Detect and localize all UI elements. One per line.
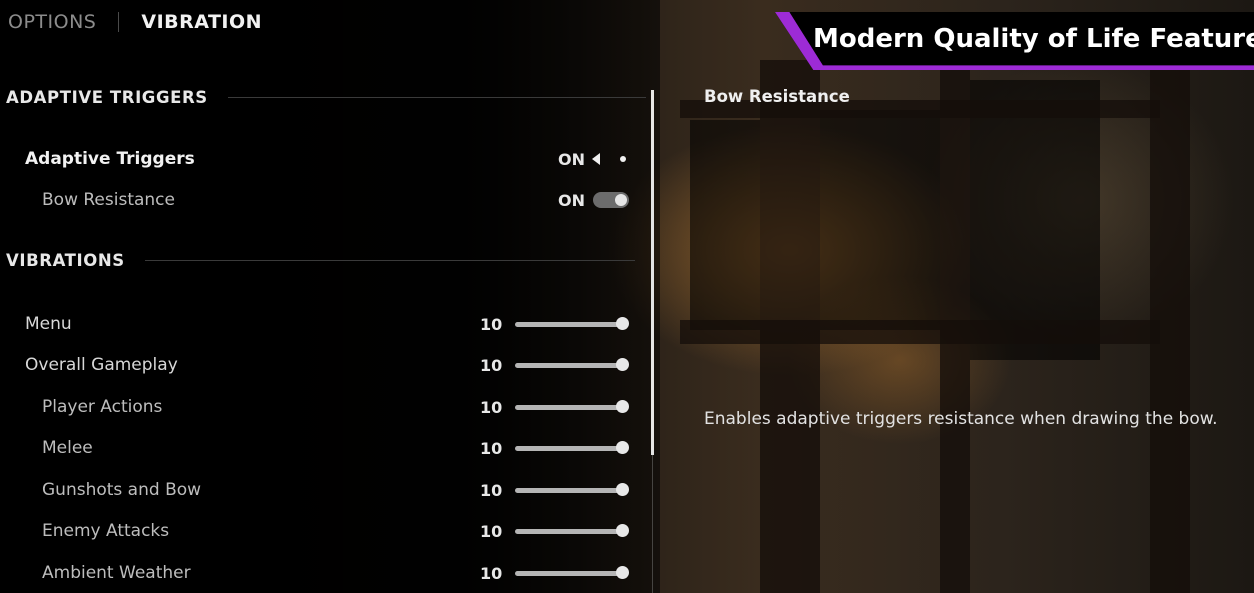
slider-track[interactable] [515, 363, 623, 368]
setting-value: 10 [480, 397, 503, 417]
setting-value: ON [558, 149, 585, 169]
tab-options[interactable]: OPTIONS [8, 11, 96, 33]
setting-label: Adaptive Triggers [25, 149, 195, 169]
setting-label: Enemy Attacks [42, 521, 170, 541]
setting-row-bow-resistance[interactable]: Bow Resistance ON [0, 185, 640, 215]
slider-track[interactable] [515, 571, 623, 576]
setting-row-vibration[interactable]: Ambient Weather 10 [0, 558, 640, 588]
slider-handle[interactable] [616, 358, 629, 371]
setting-label: Player Actions [42, 397, 163, 417]
setting-label: Bow Resistance [42, 190, 175, 210]
section-divider [227, 97, 646, 98]
setting-value: 10 [480, 314, 503, 334]
slider-track[interactable] [515, 446, 623, 451]
panel-divider-scrollbar[interactable] [651, 90, 654, 455]
window-pane [970, 80, 1100, 360]
section-vibrations: VIBRATIONS [6, 251, 635, 270]
setting-label: Melee [42, 438, 93, 458]
setting-value: 10 [480, 521, 503, 541]
slider-handle[interactable] [616, 400, 629, 413]
section-adaptive-triggers: ADAPTIVE TRIGGERS [6, 88, 646, 107]
setting-row-vibration[interactable]: Overall Gameplay 10 [0, 350, 640, 380]
setting-row-vibration[interactable]: Player Actions 10 [0, 392, 640, 422]
slider-handle[interactable] [616, 524, 629, 537]
setting-label: Overall Gameplay [25, 355, 178, 375]
setting-label: Gunshots and Bow [42, 480, 202, 500]
section-title: VIBRATIONS [6, 251, 125, 270]
tab-vibration[interactable]: VIBRATION [141, 11, 262, 33]
section-divider [144, 260, 635, 261]
video-banner: Modern Quality of Life Features [775, 12, 1254, 70]
arrow-left-icon[interactable] [592, 153, 600, 165]
panel-divider [652, 455, 653, 593]
section-title: ADAPTIVE TRIGGERS [6, 88, 208, 107]
slider-track[interactable] [515, 405, 623, 410]
setting-value: 10 [480, 563, 503, 583]
setting-row-vibration[interactable]: Melee 10 [0, 433, 640, 463]
toggle-knob [615, 194, 627, 206]
slider-track[interactable] [515, 488, 623, 493]
window-pane [820, 110, 940, 330]
slider-handle[interactable] [616, 441, 629, 454]
top-nav: OPTIONS VIBRATION [8, 6, 262, 38]
setting-row-adaptive-triggers[interactable]: Adaptive Triggers ON [0, 144, 640, 174]
setting-value: 10 [480, 438, 503, 458]
setting-value: ON [558, 190, 585, 210]
slider-track[interactable] [515, 322, 623, 327]
slider-handle[interactable] [616, 483, 629, 496]
slider-track[interactable] [515, 529, 623, 534]
option-dot-icon [620, 156, 626, 162]
setting-value: 10 [480, 355, 503, 375]
setting-row-vibration[interactable]: Enemy Attacks 10 [0, 516, 640, 546]
window-pane [690, 120, 760, 330]
bow-resistance-toggle[interactable] [593, 192, 629, 208]
slider-handle[interactable] [616, 317, 629, 330]
setting-row-vibration[interactable]: Gunshots and Bow 10 [0, 475, 640, 505]
window-frame [1150, 60, 1190, 593]
detail-title: Bow Resistance [704, 87, 850, 106]
setting-value: 10 [480, 480, 503, 500]
setting-row-vibration[interactable]: Menu 10 [0, 309, 640, 339]
setting-label: Ambient Weather [42, 563, 191, 583]
slider-handle[interactable] [616, 566, 629, 579]
setting-label: Menu [25, 314, 72, 334]
detail-description: Enables adaptive triggers resistance whe… [704, 409, 1218, 429]
nav-divider [118, 12, 120, 32]
banner-text: Modern Quality of Life Features [813, 24, 1254, 54]
window-frame [680, 320, 1160, 344]
